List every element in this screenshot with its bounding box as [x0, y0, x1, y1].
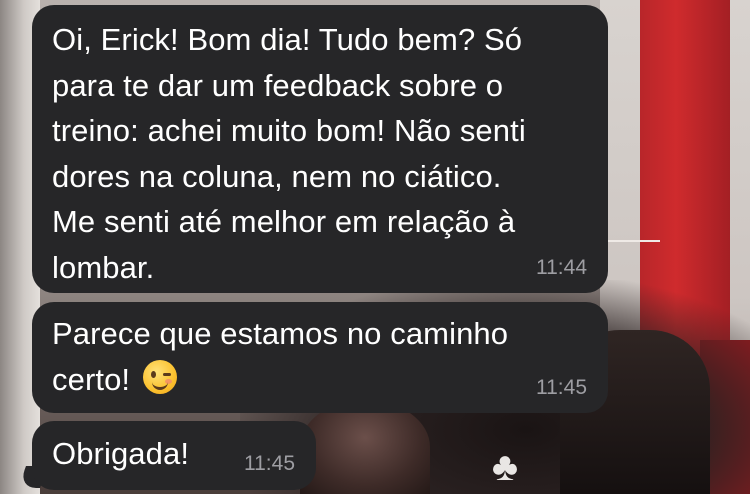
- message-bubble[interactable]: Oi, Erick! Bom dia! Tudo bem? Só para te…: [32, 5, 608, 293]
- message-text: Parece que estamos no caminho certo!: [52, 311, 588, 402]
- message-list: Oi, Erick! Bom dia! Tudo bem? Só para te…: [0, 0, 750, 494]
- message-line: para te dar um feedback sobre o: [52, 67, 504, 103]
- message-line-text: certo!: [52, 361, 131, 397]
- message-line: treino: achei muito bom! Não senti: [52, 113, 526, 148]
- message-timestamp: 11:44: [536, 256, 587, 279]
- message-line: Parece que estamos no caminho: [52, 316, 509, 351]
- message-line: Me senti até melhor em relação à: [52, 204, 516, 239]
- message-bubble[interactable]: Parece que estamos no caminho certo! 11:…: [32, 302, 608, 413]
- message-timestamp: 11:45: [244, 452, 295, 475]
- message-line: certo!: [52, 357, 588, 403]
- winking-face-emoji: [142, 359, 177, 394]
- message-line: Oi, Erick! Bom dia! Tudo bem? Só: [52, 22, 523, 57]
- message-line: lombar.: [52, 249, 155, 285]
- message-line: dores na coluna, nem no ciático.: [52, 158, 502, 194]
- message-timestamp: 11:45: [536, 376, 587, 399]
- message-text: Oi, Erick! Bom dia! Tudo bem? Só para te…: [52, 17, 588, 290]
- message-bubble[interactable]: Obrigada! 11:45: [32, 421, 316, 490]
